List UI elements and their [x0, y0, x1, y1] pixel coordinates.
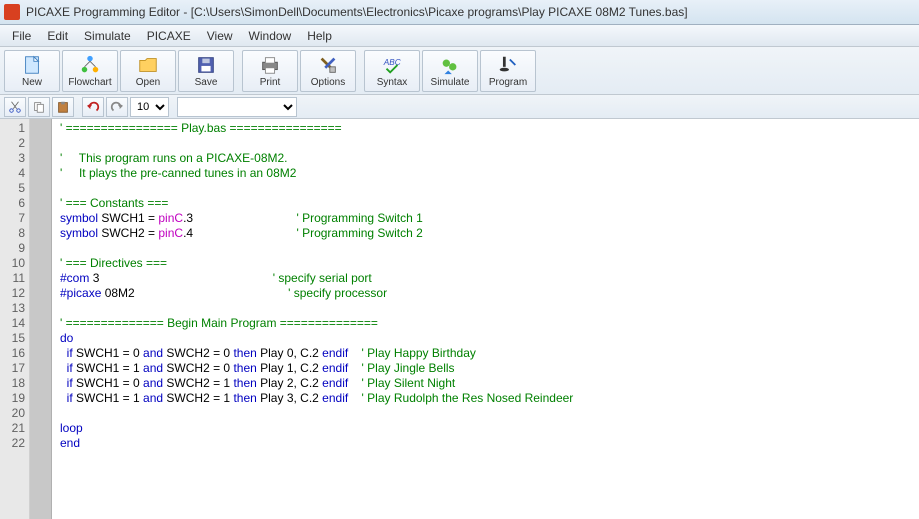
margin-bar	[30, 119, 52, 519]
redo-icon	[110, 100, 124, 114]
program-button[interactable]: Program	[480, 50, 536, 92]
menu-edit[interactable]: Edit	[39, 27, 76, 45]
flowchart-icon	[79, 54, 101, 76]
app-icon	[4, 4, 20, 20]
menu-picaxe[interactable]: PICAXE	[139, 27, 199, 45]
open-icon	[137, 54, 159, 76]
syntax-icon: ABC	[381, 54, 403, 76]
cut-button[interactable]	[4, 97, 26, 117]
cut-icon	[8, 100, 22, 114]
title-bar: PICAXE Programming Editor - [C:\Users\Si…	[0, 0, 919, 25]
copy-button[interactable]	[28, 97, 50, 117]
code-editor[interactable]: 12345678910111213141516171819202122 ' ==…	[0, 119, 919, 519]
paste-button[interactable]	[52, 97, 74, 117]
new-icon	[21, 54, 43, 76]
menu-bar: File Edit Simulate PICAXE View Window He…	[0, 25, 919, 47]
print-icon	[259, 54, 281, 76]
save-button[interactable]: Save	[178, 50, 234, 92]
program-icon	[497, 54, 519, 76]
copy-icon	[32, 100, 46, 114]
paste-icon	[56, 100, 70, 114]
undo-button[interactable]	[82, 97, 104, 117]
syntax-button[interactable]: ABC Syntax	[364, 50, 420, 92]
line-gutter: 12345678910111213141516171819202122	[0, 119, 30, 519]
redo-button[interactable]	[106, 97, 128, 117]
zoom-select[interactable]: 10	[130, 97, 169, 117]
options-icon	[317, 54, 339, 76]
combo-select[interactable]	[177, 97, 297, 117]
flowchart-button[interactable]: Flowchart	[62, 50, 118, 92]
code-area[interactable]: ' ================ Play.bas ============…	[52, 119, 919, 519]
open-button[interactable]: Open	[120, 50, 176, 92]
window-title: PICAXE Programming Editor - [C:\Users\Si…	[26, 5, 688, 19]
undo-icon	[86, 100, 100, 114]
simulate-button[interactable]: Simulate	[422, 50, 478, 92]
secondary-toolbar: 10	[0, 95, 919, 119]
main-toolbar: New Flowchart Open Save Print Options AB…	[0, 47, 919, 95]
new-button[interactable]: New	[4, 50, 60, 92]
menu-file[interactable]: File	[4, 27, 39, 45]
menu-help[interactable]: Help	[299, 27, 340, 45]
menu-simulate[interactable]: Simulate	[76, 27, 139, 45]
menu-window[interactable]: Window	[241, 27, 300, 45]
menu-view[interactable]: View	[199, 27, 241, 45]
save-icon	[195, 54, 217, 76]
simulate-icon	[439, 54, 461, 76]
print-button[interactable]: Print	[242, 50, 298, 92]
options-button[interactable]: Options	[300, 50, 356, 92]
